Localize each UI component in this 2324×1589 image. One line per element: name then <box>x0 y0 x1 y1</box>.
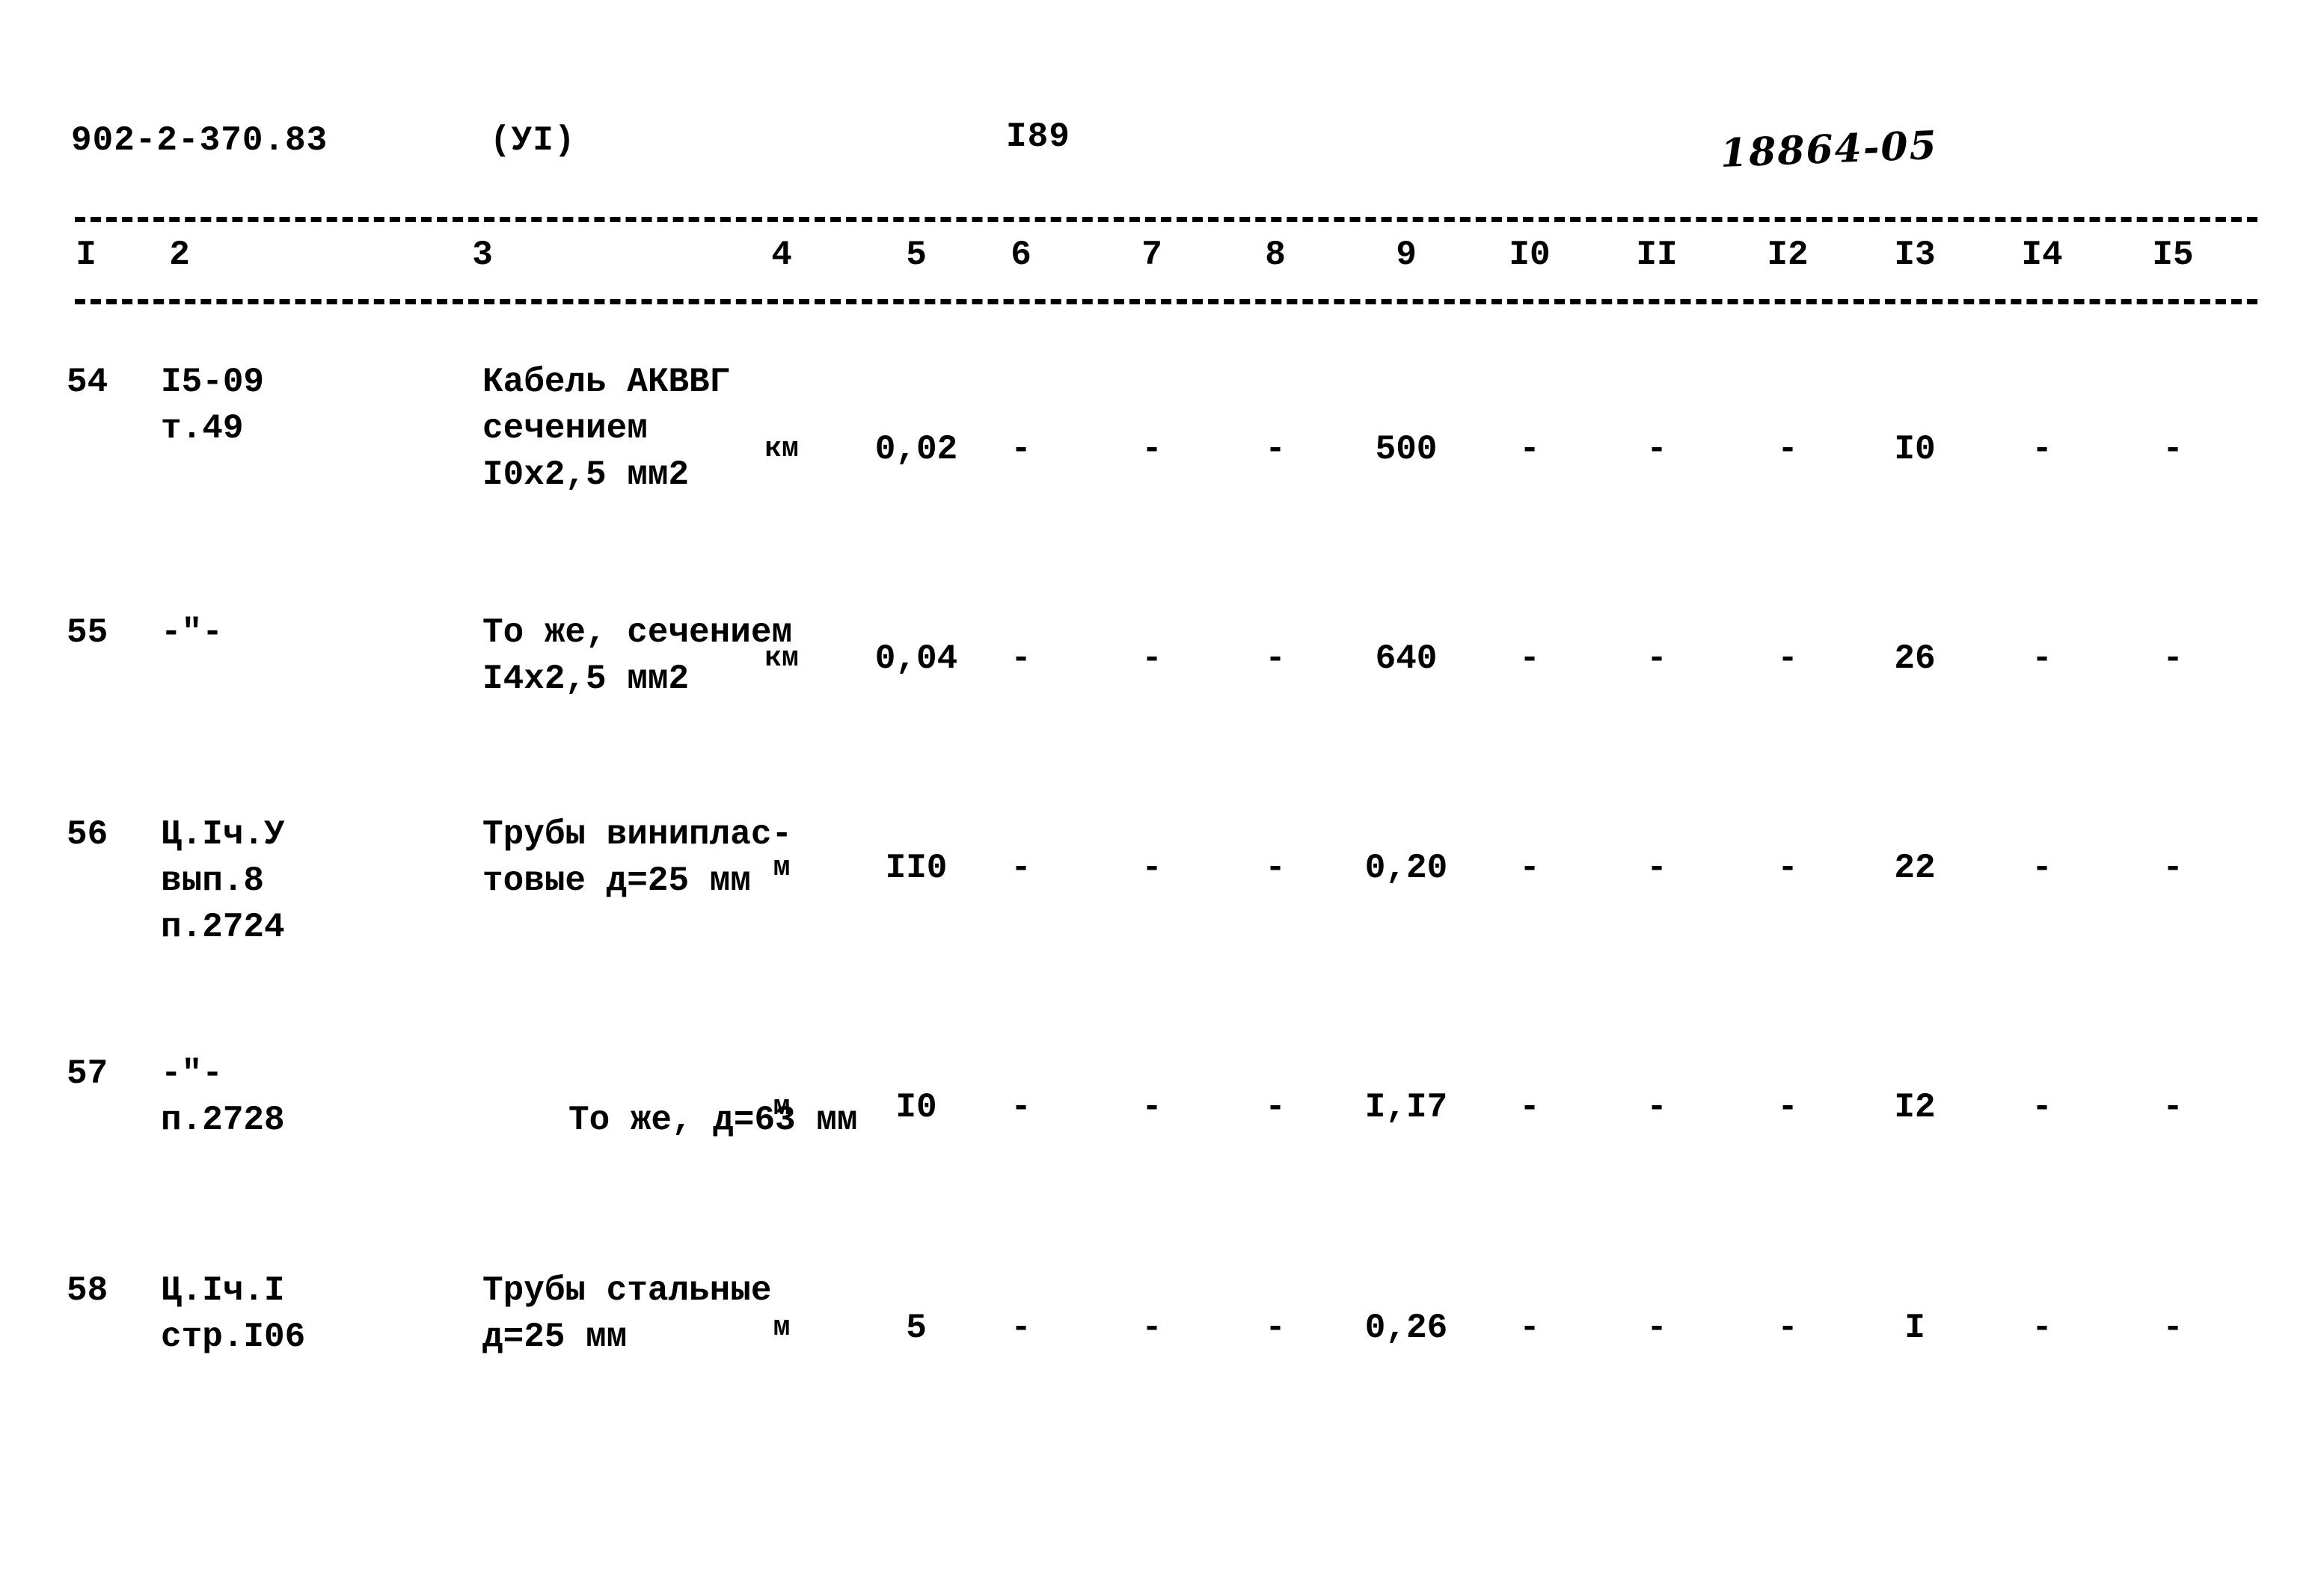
row-value-col-5: 0,04 <box>874 639 958 678</box>
row-unit: км <box>764 433 799 465</box>
row-description: То же, сечением I4х2,5 мм2 <box>482 613 793 698</box>
row-value-col-8: - <box>1265 639 1286 678</box>
row-value-col-5: II0 <box>885 849 948 888</box>
row-description: То же, д=63 мм <box>568 1101 858 1140</box>
document-code: 902-2-370.83 <box>71 121 328 160</box>
row-value-col-9: 640 <box>1375 639 1438 678</box>
row-value-col-5: 0,02 <box>874 430 958 469</box>
page-number: I89 <box>1006 117 1070 156</box>
row-reference-code: Ц.Iч.У вып.8 п.2724 <box>161 815 285 947</box>
row-value-col-13: 22 <box>1894 849 1936 888</box>
row-value-col-7: - <box>1141 1088 1162 1127</box>
row-value-col-7: - <box>1141 1309 1162 1347</box>
column-header-11: II <box>1636 236 1678 274</box>
row-value-col-12: - <box>1777 430 1798 469</box>
column-header-7: 7 <box>1141 236 1162 274</box>
row-value-col-15: - <box>2162 849 2183 888</box>
row-value-col-7: - <box>1141 430 1162 469</box>
row-value-col-13: 26 <box>1894 639 1936 678</box>
document-page: 902-2-370.83 (УI) I89 18864-05 I23456789… <box>0 0 2324 1589</box>
row-value-col-12: - <box>1777 849 1798 888</box>
row-unit: м <box>773 1091 791 1123</box>
row-unit: м <box>773 852 791 884</box>
row-value-col-9: 500 <box>1375 430 1438 469</box>
row-value-col-15: - <box>2162 639 2183 678</box>
row-value-col-11: - <box>1646 430 1667 469</box>
row-reference-code: -"- п.2728 <box>161 1054 285 1140</box>
row-value-col-7: - <box>1141 639 1162 678</box>
row-item-number: 57 <box>67 1054 108 1093</box>
column-header-2: 2 <box>169 236 190 274</box>
row-value-col-6: - <box>1011 1309 1031 1347</box>
column-header-13: I3 <box>1894 236 1936 274</box>
row-description: Кабель АКВВГ сечением I0х2,5 мм2 <box>482 363 731 494</box>
row-description: Трубы стальные д=25 мм <box>482 1271 772 1356</box>
row-item-number: 55 <box>67 613 108 652</box>
row-value-col-9: 0,26 <box>1364 1309 1448 1347</box>
row-description: Трубы виниплас- товые д=25 мм <box>482 815 793 900</box>
column-header-3: 3 <box>472 236 493 274</box>
row-value-col-5: I0 <box>895 1088 937 1127</box>
row-value-col-10: - <box>1519 1309 1540 1347</box>
row-reference-code: -"- <box>161 613 223 652</box>
row-value-col-8: - <box>1265 1309 1286 1347</box>
row-item-number: 58 <box>67 1271 108 1310</box>
row-value-col-6: - <box>1011 430 1031 469</box>
row-value-col-11: - <box>1646 1309 1667 1347</box>
row-value-col-10: - <box>1519 639 1540 678</box>
column-header-15: I5 <box>2152 236 2194 274</box>
row-item-number: 56 <box>67 815 108 854</box>
row-value-col-12: - <box>1777 639 1798 678</box>
row-value-col-13: I <box>1904 1309 1925 1347</box>
row-value-col-8: - <box>1265 1088 1286 1127</box>
column-header-6: 6 <box>1011 236 1031 274</box>
document-part: (УI) <box>490 121 576 160</box>
column-header-12: I2 <box>1767 236 1809 274</box>
table-rule-bottom <box>75 299 2257 304</box>
row-value-col-15: - <box>2162 1088 2183 1127</box>
row-value-col-7: - <box>1141 849 1162 888</box>
row-value-col-15: - <box>2162 430 2183 469</box>
row-unit: км <box>764 642 799 674</box>
row-value-col-13: I2 <box>1894 1088 1936 1127</box>
row-value-col-15: - <box>2162 1309 2183 1347</box>
row-value-col-10: - <box>1519 430 1540 469</box>
row-value-col-14: - <box>2032 1309 2052 1347</box>
column-header-4: 4 <box>771 236 792 274</box>
column-header-9: 9 <box>1396 236 1417 274</box>
row-value-col-10: - <box>1519 1088 1540 1127</box>
row-item-number: 54 <box>67 363 108 402</box>
row-value-col-12: - <box>1777 1088 1798 1127</box>
table-rule-top <box>75 217 2257 222</box>
column-header-10: I0 <box>1509 236 1551 274</box>
column-header-14: I4 <box>2021 236 2063 274</box>
row-value-col-8: - <box>1265 849 1286 888</box>
column-header-8: 8 <box>1265 236 1286 274</box>
row-value-col-14: - <box>2032 849 2052 888</box>
column-header-1: I <box>76 236 96 274</box>
row-value-col-14: - <box>2032 1088 2052 1127</box>
row-value-col-14: - <box>2032 430 2052 469</box>
row-reference-code: I5-09 т.49 <box>161 363 265 448</box>
row-value-col-11: - <box>1646 1088 1667 1127</box>
row-value-col-9: 0,20 <box>1364 849 1448 888</box>
row-unit: м <box>773 1312 791 1344</box>
row-value-col-12: - <box>1777 1309 1798 1347</box>
row-value-col-13: I0 <box>1894 430 1936 469</box>
row-reference-code: Ц.Iч.I стр.I06 <box>161 1271 306 1356</box>
row-value-col-6: - <box>1011 849 1031 888</box>
row-value-col-6: - <box>1011 639 1031 678</box>
row-value-col-5: 5 <box>906 1309 927 1347</box>
row-value-col-14: - <box>2032 639 2052 678</box>
column-header-5: 5 <box>906 236 927 274</box>
row-value-col-10: - <box>1519 849 1540 888</box>
row-value-col-8: - <box>1265 430 1286 469</box>
row-value-col-11: - <box>1646 849 1667 888</box>
row-value-col-11: - <box>1646 639 1667 678</box>
row-value-col-9: I,I7 <box>1364 1088 1448 1127</box>
handwritten-stamp: 18864-05 <box>1719 122 1939 176</box>
row-value-col-6: - <box>1011 1088 1031 1127</box>
